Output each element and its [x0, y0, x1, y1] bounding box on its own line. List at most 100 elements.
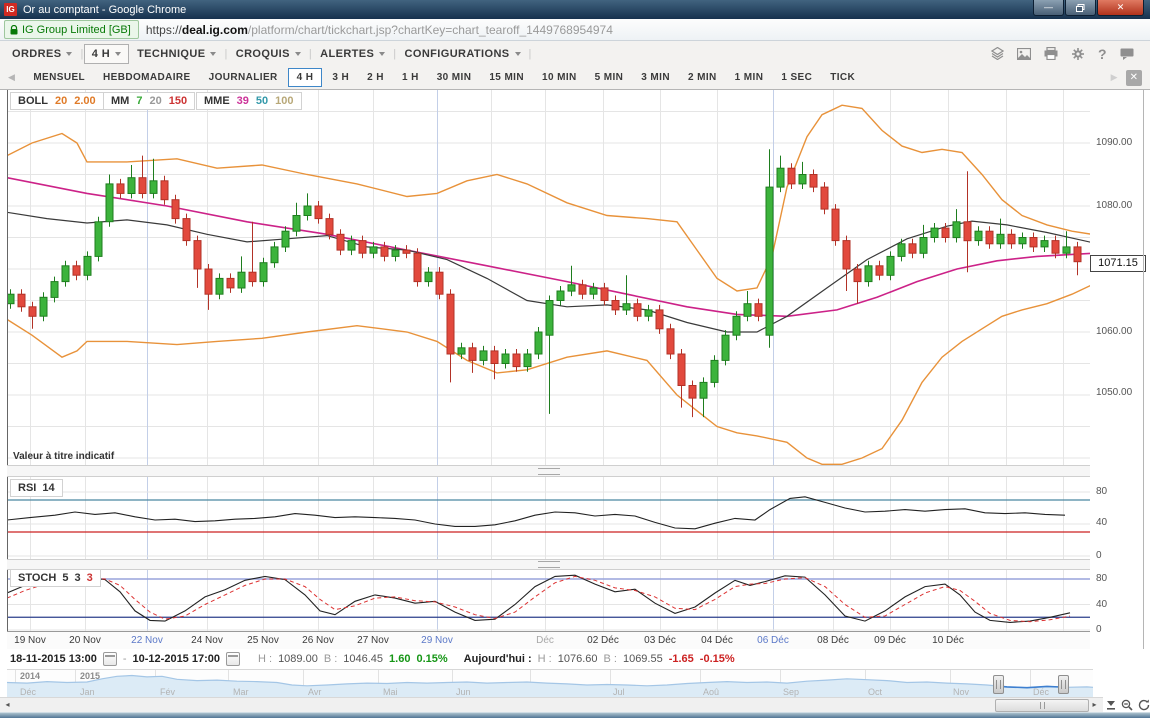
- stoch-tick: 0: [1096, 624, 1102, 635]
- date-tick: 06 Déc: [757, 635, 789, 646]
- price-tick: 1060.00: [1096, 326, 1132, 337]
- zoom-out-icon[interactable]: [1121, 699, 1133, 711]
- candle-body: [810, 175, 817, 188]
- indicator-label-mme[interactable]: MME3950100: [196, 92, 302, 110]
- candle-body: [425, 272, 432, 281]
- chevron-down-icon: [295, 52, 301, 56]
- timeframe-1sec[interactable]: 1 SEC: [773, 69, 820, 86]
- date-tick: 03 Déc: [644, 635, 676, 646]
- timeframe-mensuel[interactable]: MENSUEL: [25, 69, 93, 86]
- menu-item-croquis[interactable]: CROQUIS: [228, 44, 309, 64]
- calendar-icon[interactable]: [103, 652, 117, 666]
- rsi-tick: 40: [1096, 517, 1107, 528]
- candle-body: [491, 351, 498, 364]
- scrollbar-thumb[interactable]: [995, 699, 1089, 712]
- navigator-month-label: Avr: [308, 687, 321, 697]
- timeframe-1min[interactable]: 1 MIN: [727, 69, 772, 86]
- print-icon[interactable]: [1044, 47, 1058, 60]
- candle-body: [678, 354, 685, 386]
- chart-close-button[interactable]: ✕: [1126, 70, 1142, 86]
- scrollbar-right-arrow[interactable]: ▸: [1088, 699, 1101, 711]
- windows-taskbar-edge: [0, 712, 1150, 718]
- navigator-handle-left[interactable]: [993, 675, 1004, 694]
- date-tick: 27 Nov: [357, 635, 389, 646]
- ev-certificate-badge[interactable]: IG Group Limited [GB]: [4, 20, 139, 39]
- timeframe-10min[interactable]: 10 MIN: [534, 69, 585, 86]
- reset-zoom-icon[interactable]: [1138, 699, 1150, 711]
- navigator-month-label: Jul: [613, 687, 625, 697]
- lock-icon: [10, 25, 18, 35]
- menubar-icons: ?: [991, 47, 1150, 61]
- candle-body: [920, 238, 927, 254]
- timeframe-5min[interactable]: 5 MIN: [587, 69, 632, 86]
- snap-to-end-icon[interactable]: [1106, 700, 1116, 711]
- address-bar[interactable]: IG Group Limited [GB] https://deal.ig.co…: [0, 19, 1150, 41]
- timeframe-journalier[interactable]: JOURNALIER: [201, 69, 286, 86]
- candle-body: [84, 256, 91, 275]
- date-tick: 24 Nov: [191, 635, 223, 646]
- chevron-down-icon: [515, 52, 521, 56]
- timeframe-tick[interactable]: TICK: [822, 69, 863, 86]
- close-button[interactable]: ✕: [1097, 0, 1144, 16]
- indicator-label-stoch[interactable]: STOCH533: [10, 569, 101, 587]
- timeframe-hebdomadaire[interactable]: HEBDOMADAIRE: [95, 69, 199, 86]
- price-tick: 1080.00: [1096, 200, 1132, 211]
- scroll-left-icon[interactable]: ◀: [8, 72, 15, 83]
- chart-navigator[interactable]: 20142015DécJanFévMarAvrMaiJunJulAoûSepOc…: [7, 669, 1093, 699]
- timeframe-3h[interactable]: 3 H: [324, 69, 357, 86]
- indicator-label-boll[interactable]: BOLL202.00: [10, 92, 104, 110]
- timeframe-3min[interactable]: 3 MIN: [633, 69, 678, 86]
- candle-body: [1052, 241, 1059, 254]
- scrollbar-left-arrow[interactable]: ◂: [1, 699, 14, 711]
- menu-item-configurations[interactable]: CONFIGURATIONS: [397, 44, 529, 64]
- navigator-handle-right[interactable]: [1058, 675, 1069, 694]
- menu-item-alertes[interactable]: ALERTES: [312, 44, 393, 64]
- candle-body: [942, 228, 949, 237]
- candle-body: [744, 304, 751, 317]
- menu-item-4h[interactable]: 4 H: [84, 44, 129, 64]
- pane-divider-stoch[interactable]: [7, 559, 1090, 570]
- date-tick: 20 Nov: [69, 635, 101, 646]
- calendar-icon[interactable]: [226, 652, 240, 666]
- timeframe-1h[interactable]: 1 H: [394, 69, 427, 86]
- timeframe-4h[interactable]: 4 H: [288, 68, 323, 87]
- candle-body: [139, 178, 146, 194]
- chat-icon[interactable]: [1120, 48, 1134, 60]
- indicator-label-rsi[interactable]: RSI14: [10, 479, 63, 497]
- candle-body: [931, 228, 938, 237]
- candle-body: [436, 272, 443, 294]
- maximize-button[interactable]: [1065, 0, 1096, 16]
- candle-body: [51, 282, 58, 298]
- help-icon[interactable]: ?: [1098, 47, 1107, 61]
- candle-body: [645, 310, 652, 316]
- current-price-box: 1071.15: [1090, 255, 1146, 272]
- candle-body: [755, 304, 762, 317]
- window-titlebar[interactable]: IG Or au comptant - Google Chrome — ✕: [0, 0, 1150, 19]
- gear-icon[interactable]: [1071, 47, 1085, 61]
- layers-icon[interactable]: [991, 47, 1004, 60]
- mm150-line: [7, 178, 1090, 317]
- timeframe-15min[interactable]: 15 MIN: [481, 69, 532, 86]
- timeframe-2h[interactable]: 2 H: [359, 69, 392, 86]
- menu-item-ordres[interactable]: ORDRES: [4, 44, 80, 64]
- navigator-month-label: Déc: [20, 687, 36, 697]
- candle-body: [865, 266, 872, 282]
- timeframe-30min[interactable]: 30 MIN: [429, 69, 480, 86]
- timeframe-2min[interactable]: 2 MIN: [680, 69, 725, 86]
- candle-body: [370, 247, 377, 253]
- url-text[interactable]: https://deal.ig.com/platform/chart/tickc…: [146, 23, 613, 37]
- candle-body: [997, 234, 1004, 244]
- indicator-label-mm[interactable]: MM720150: [103, 92, 195, 110]
- minimize-button[interactable]: —: [1033, 0, 1064, 16]
- today-low-label: B :: [604, 653, 617, 665]
- candle-body: [95, 222, 102, 257]
- pane-divider-rsi[interactable]: [7, 465, 1090, 477]
- scroll-right-icon[interactable]: ▶: [1111, 72, 1118, 83]
- candle-body: [1030, 238, 1037, 247]
- range-start: 18-11-2015 13:00: [10, 653, 97, 665]
- image-icon[interactable]: [1017, 48, 1031, 60]
- candle-body: [700, 382, 707, 398]
- price-chart-canvas[interactable]: [7, 90, 1090, 631]
- menu-item-technique[interactable]: TECHNIQUE: [129, 44, 224, 64]
- candle-body: [590, 288, 597, 294]
